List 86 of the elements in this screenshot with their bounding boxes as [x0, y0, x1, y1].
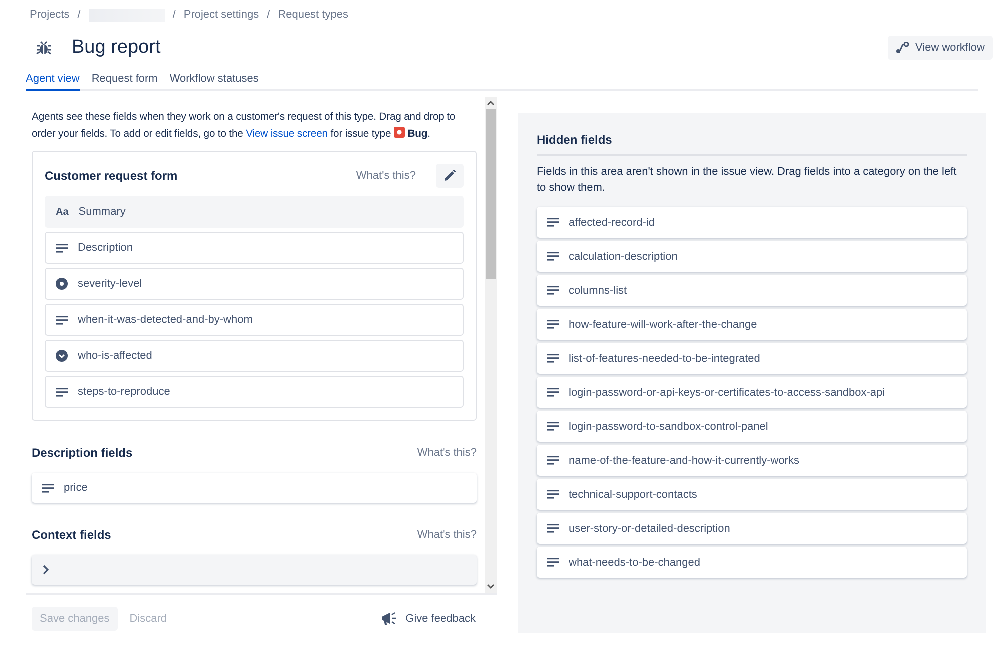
field-label: login-password-or-api-keys-or-certificates-to-access-sandbox-api	[569, 386, 886, 398]
whats-this-link[interactable]: What's this?	[356, 170, 416, 182]
field-row[interactable]: list-of-features-needed-to-be-integrated	[537, 343, 967, 374]
field-label: calculation-description	[569, 250, 678, 262]
whats-this-link[interactable]: What's this?	[417, 529, 477, 541]
field-label: severity-level	[78, 278, 142, 290]
chevron-icon	[42, 565, 50, 575]
paragraph-icon	[547, 524, 559, 533]
field-label: what-needs-to-be-changed	[569, 556, 700, 568]
paragraph-icon	[56, 388, 68, 396]
paragraph-icon	[56, 316, 68, 324]
field-row[interactable]: Description	[45, 232, 464, 264]
field-row[interactable]: technical-support-contacts	[537, 479, 967, 510]
paragraph-icon	[547, 218, 559, 227]
tab[interactable]: Agent view	[26, 73, 80, 91]
section-title: Customer request form	[45, 169, 178, 183]
field-label: list-of-features-needed-to-be-integrated	[569, 352, 760, 364]
breadcrumb-separator: /	[267, 9, 270, 21]
field-row[interactable]: columns-list	[537, 275, 967, 306]
field-row[interactable]: calculation-description	[537, 241, 967, 272]
view-issue-screen-link[interactable]: View issue screen	[246, 129, 328, 140]
radio-icon	[56, 278, 68, 290]
paragraph-icon	[547, 422, 559, 431]
field-label: name-of-the-feature-and-how-it-currently-works	[569, 454, 800, 466]
field-label: price	[64, 482, 88, 494]
field-row[interactable]	[32, 555, 477, 585]
panel-description: Fields in this area aren't shown in the issue view. Drag fields into a category on the left to show them.	[537, 165, 958, 196]
field-row[interactable]: steps-to-reproduce	[45, 376, 464, 408]
breadcrumb-separator: /	[78, 9, 81, 21]
view-workflow-button[interactable]: View workflow	[888, 36, 993, 60]
section-title: Context fields	[32, 528, 112, 542]
paragraph-icon	[547, 456, 559, 465]
field-row[interactable]: login-password-to-sandbox-control-panel	[537, 411, 967, 442]
paragraph-icon	[547, 558, 559, 567]
field-label: when-it-was-detected-and-by-whom	[78, 314, 253, 326]
field-label: affected-record-id	[569, 216, 656, 228]
workflow-icon	[896, 42, 908, 54]
field-row[interactable]: what-needs-to-be-changed	[537, 547, 967, 578]
intro-text: Agents see these fields when they work on a customer's request of this type. Drag and drop to order your fields. To add or edit fields, go to the View issue screen for issue type Bug.	[32, 111, 457, 142]
field-label: how-feature-will-work-after-the-change	[569, 318, 758, 330]
paragraph-icon	[547, 286, 559, 295]
paragraph-icon	[56, 244, 68, 252]
field-label: Summary	[78, 206, 126, 218]
paragraph-icon	[547, 490, 559, 499]
tab[interactable]: Workflow statuses	[170, 73, 259, 91]
paragraph-icon	[547, 252, 559, 261]
paragraph-icon	[42, 484, 54, 492]
bug-type-icon	[394, 127, 405, 138]
bug-icon	[36, 40, 52, 56]
paragraph-icon	[547, 388, 559, 397]
field-row[interactable]: affected-record-id	[537, 207, 967, 238]
field-row[interactable]: when-it-was-detected-and-by-whom	[45, 304, 464, 336]
breadcrumb-separator: /	[172, 9, 176, 21]
field-label: user-story-or-detailed-description	[569, 522, 730, 534]
field-row[interactable]: user-story-or-detailed-description	[537, 513, 967, 544]
pencil-icon	[443, 169, 457, 183]
breadcrumb-link[interactable]: Project settings	[184, 9, 260, 21]
paragraph-icon	[547, 320, 559, 329]
section-title: Description fields	[32, 446, 133, 460]
text-type-icon: Aa	[56, 206, 69, 218]
megaphone-icon	[380, 611, 397, 627]
edit-button[interactable]	[436, 164, 464, 188]
field-row[interactable]: severity-level	[45, 268, 464, 300]
field-row[interactable]: price	[32, 473, 477, 503]
scroll-down-icon	[487, 584, 495, 590]
dropdown-icon	[56, 350, 68, 362]
page-title: Bug report	[72, 37, 161, 59]
whats-this-link[interactable]: What's this?	[417, 447, 477, 459]
tab[interactable]: Request form	[92, 73, 158, 91]
field-row[interactable]: who-is-affected	[45, 340, 464, 372]
field-label: technical-support-contacts	[569, 488, 698, 500]
panel-title: Hidden fields	[537, 133, 967, 156]
field-row[interactable]: name-of-the-feature-and-how-it-currently-works	[537, 445, 967, 476]
feedback-button[interactable]: Give feedback	[374, 610, 482, 628]
scrollbar[interactable]	[485, 97, 497, 593]
field-label: who-is-affected	[78, 350, 152, 362]
field-label: Description	[78, 242, 134, 254]
paragraph-icon	[547, 354, 559, 363]
field-label: login-password-to-sandbox-control-panel	[569, 420, 768, 432]
breadcrumb-link[interactable]: Projects	[30, 9, 70, 21]
field-label: columns-list	[569, 284, 628, 296]
field-row[interactable]: how-feature-will-work-after-the-change	[537, 309, 967, 340]
field-label: steps-to-reproduce	[78, 386, 170, 398]
field-row[interactable]: login-password-or-api-keys-or-certificates-to-access-sandbox-api	[537, 377, 967, 408]
scroll-up-icon	[487, 100, 495, 106]
breadcrumb-link[interactable]: Request types	[278, 9, 348, 21]
